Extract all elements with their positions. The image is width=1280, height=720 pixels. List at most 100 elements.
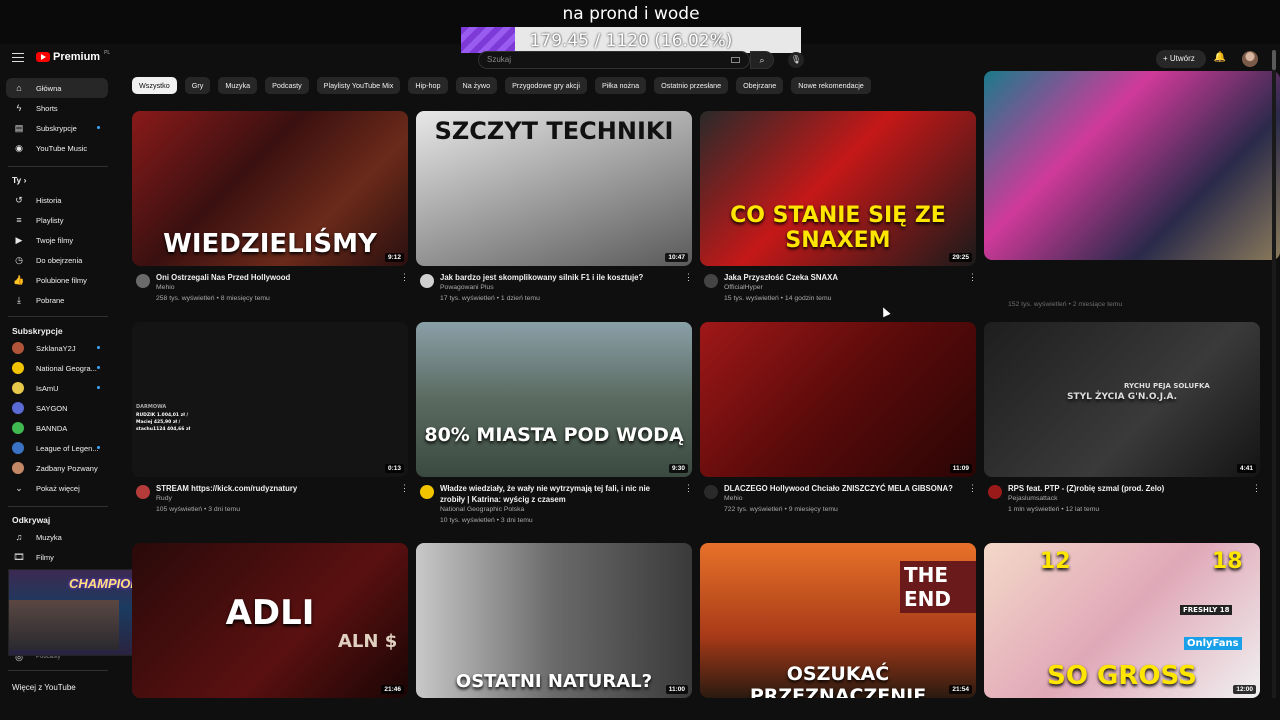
video-thumbnail[interactable]: OSTATNI NATURAL? 11:00 [416,543,692,698]
keyboard-icon[interactable] [731,57,740,63]
search-input[interactable]: Szukaj [478,51,750,69]
video-title[interactable]: Jaka Przyszłość Czeka SNAXA [724,272,960,283]
sidebar-sub-lol[interactable]: League of Legen... [6,438,108,458]
sidebar-item-liked[interactable]: 👍 Polubione filmy [6,270,108,290]
sidebar-item-downloads[interactable]: ⤓ Pobrane [6,290,108,310]
sidebar-sub-saygon[interactable]: SAYGON [6,398,108,418]
mic-button[interactable]: 🎙 [788,52,804,68]
sidebar-item-label: IsAmU [36,383,59,393]
channel-name[interactable]: Mehio [156,284,175,291]
chip-8[interactable]: Piłka nożna [594,77,647,94]
channel-avatar [12,382,24,394]
video-thumbnail[interactable]: 11:09 [700,322,976,477]
chip-10[interactable]: Obejrzane [736,77,784,94]
video-thumbnail[interactable]: SO GROSS 12:00 12 18 FRESHLY 18 OnlyFans [984,543,1260,698]
video-title[interactable]: STREAM https://kick.com/rudyznatury [156,483,392,494]
channel-avatar[interactable] [704,274,718,288]
youtube-logo[interactable]: Premium PL [36,50,110,63]
more-options-icon[interactable]: ⋮ [684,483,693,494]
chip-0[interactable]: Wszystko [132,77,177,94]
video-meta: 1 mln wyświetleń • 12 lat temu [1008,506,1100,513]
channel-name[interactable]: National Geographic Polska [440,506,524,513]
sidebar-item-label: Historia [36,195,62,205]
chip-11[interactable]: Nowe rekomendacje [791,77,871,94]
sidebar-item-your-videos[interactable]: ▶ Twoje filmy [6,230,108,250]
channel-name[interactable]: OfficialHyper [724,284,763,291]
channel-avatar[interactable] [136,274,150,288]
video-title[interactable]: Jak bardzo jest skomplikowany silnik F1 … [440,272,676,283]
channel-name[interactable]: Rudy [156,495,172,502]
thumbnail-brand: RYCHU PEJA SOLUFKA [1124,382,1210,390]
divider [8,670,108,671]
you-heading[interactable]: Ty › [12,175,27,185]
bell-icon[interactable]: 🔔 [1213,51,1227,65]
sidebar-item-films[interactable]: 🎞 Filmy [6,547,108,567]
sidebar-sub-natgeo[interactable]: National Geogra... [6,358,108,378]
video-title[interactable]: Władze wiedziały, że wały nie wytrzymają… [440,483,676,505]
video-thumbnail[interactable] [984,71,1280,260]
sidebar-sub-szklanay2j[interactable]: SzklanaY2J [6,338,108,358]
duration-badge: 0:13 [384,464,404,473]
thumbnail-sign: THE END [900,561,976,613]
more-options-icon[interactable]: ⋮ [400,272,409,283]
sidebar-item-label: Shorts [36,103,58,113]
chip-4[interactable]: Playlisty YouTube Mix [316,77,401,94]
channel-name[interactable]: Powagowani Plus [440,284,494,291]
thumbnail-age: 12 [1040,549,1071,574]
sidebar-sub-zadbany[interactable]: Zadbany Pozwany [6,458,108,478]
video-thumbnail[interactable]: ADLI 21:46 ALN $ [132,543,408,698]
video-thumbnail[interactable]: 0:13 DARMOWA RUDZIK 1.004,01 zł / Maciej 4… [132,322,408,477]
more-options-icon[interactable]: ⋮ [968,483,977,494]
sidebar-item-music[interactable]: ♫ Muzyka [6,527,108,547]
new-content-dot [97,346,100,349]
sidebar-item-playlists[interactable]: ≡ Playlisty [6,210,108,230]
channel-avatar[interactable] [136,485,150,499]
chip-9[interactable]: Ostatnio przesłane [654,77,729,94]
chip-7[interactable]: Przygodowe gry akcji [505,77,587,94]
sidebar-item-shorts[interactable]: ϟ Shorts [6,98,108,118]
video-title[interactable]: RPS feat. PTP - (Z)robię szmal (prod. Ze… [1008,483,1244,494]
duration-badge: 11:00 [665,685,688,694]
channel-name[interactable]: Mehio [724,495,743,502]
sidebar-item-youtube-music[interactable]: ◉ YouTube Music [6,138,108,158]
sidebar-item-subscriptions[interactable]: ▤ Subskrypcje [6,118,108,138]
video-thumbnail[interactable]: SZCZYT TECHNIKI 10:47 [416,111,692,266]
search-button[interactable]: ⌕ [750,51,774,69]
watch-later-icon: ◷ [15,254,23,265]
menu-icon[interactable] [12,53,24,62]
more-options-icon[interactable]: ⋮ [684,272,693,283]
video-title[interactable]: DLACZEGO Hollywood Chciało ZNISZCZYĆ MEL… [724,483,960,494]
sidebar-item-watch-later[interactable]: ◷ Do obejrzenia [6,250,108,270]
video-thumbnail[interactable]: 80% MIASTA POD WODĄ 9:30 [416,322,692,477]
show-more-button[interactable]: ⌄ Pokaż więcej [6,478,108,498]
create-button[interactable]: + Utwórz [1156,50,1206,68]
sidebar-item-label: Pobrane [36,295,65,305]
more-options-icon[interactable]: ⋮ [400,483,409,494]
avatar[interactable] [1242,51,1258,67]
video-thumbnail[interactable]: OSZUKAĆ PRZEZNACZENIE 21:54 THE END [700,543,976,698]
scrollbar-thumb[interactable] [1272,50,1276,70]
video-title[interactable]: Oni Ostrzegali Nas Przed Hollywood [156,272,392,283]
chip-1[interactable]: Gry [184,77,211,94]
video-thumbnail[interactable]: STYL ŻYCIA G'N.O.J.A. 4:41 RYCHU PEJA SOLU… [984,322,1260,477]
chip-2[interactable]: Muzyka [218,77,258,94]
more-options-icon[interactable]: ⋮ [1252,483,1261,494]
channel-name[interactable]: Pejaslumsattack [1008,495,1058,502]
sidebar-sub-bannda[interactable]: BANNDA [6,418,108,438]
chip-5[interactable]: Hip-hop [408,77,448,94]
video-thumbnail[interactable]: CO STANIE SIĘ ZE SNAXEM 29:25 [700,111,976,266]
chip-6[interactable]: Na żywo [455,77,498,94]
video-thumbnail[interactable]: WIEDZIELIŚMY 9:12 [132,111,408,266]
sidebar-item-home[interactable]: ⌂ Główna [6,78,108,98]
channel-avatar[interactable] [420,274,434,288]
subscriptions-icon: ▤ [14,122,24,133]
channel-avatar[interactable] [704,485,718,499]
channel-avatar[interactable] [988,485,1002,499]
sidebar-item-label: National Geogra... [36,363,97,373]
scrollbar[interactable] [1272,50,1276,698]
sidebar-item-history[interactable]: ↺ Historia [6,190,108,210]
sidebar-sub-isamu[interactable]: IsAmU [6,378,108,398]
chip-3[interactable]: Podcasty [265,77,309,94]
channel-avatar[interactable] [420,485,434,499]
more-options-icon[interactable]: ⋮ [968,272,977,283]
